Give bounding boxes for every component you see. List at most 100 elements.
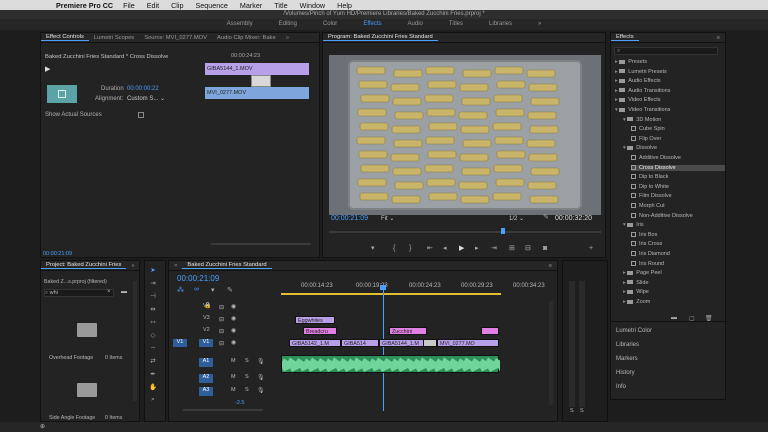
camera-icon[interactable]: ◙ (543, 245, 547, 252)
transition-thumb[interactable] (251, 75, 271, 87)
razor-tool-icon[interactable]: ◇ (148, 331, 158, 340)
panel-menu-icon[interactable]: ≡ (712, 35, 725, 41)
playhead-icon[interactable] (501, 228, 505, 234)
effects-tree-item[interactable]: Cube Spin (631, 126, 665, 132)
fit-dropdown[interactable]: Fit ⌄ (381, 215, 394, 222)
track-select-tool-icon[interactable]: ⇥ (148, 279, 158, 288)
extract-icon[interactable]: ⊟ (525, 245, 531, 252)
eye-icon[interactable]: ◉ (231, 339, 236, 346)
solo-button[interactable]: S (245, 358, 249, 364)
play-transition-icon[interactable]: ▶ (45, 65, 50, 73)
panel-info[interactable]: Info (616, 384, 626, 390)
effects-search-input[interactable]: ⌕ (614, 47, 718, 55)
audio-clip[interactable] (281, 355, 500, 373)
effects-tree-item[interactable]: ▸ Lumetri Presets (615, 69, 667, 75)
timeline-timecode[interactable]: 00:00:21:09 (177, 274, 219, 283)
lift-icon[interactable]: ⊞ (509, 245, 515, 252)
sync-lock-icon[interactable]: ⊟ (219, 304, 224, 311)
effects-tree-item[interactable]: Additive Dissolve (631, 155, 681, 161)
panel-markers[interactable]: Markers (616, 356, 638, 362)
program-video-frame[interactable] (329, 55, 601, 215)
workspace-audio[interactable]: Audio (395, 19, 436, 30)
program-timecode[interactable]: 00:00:21:09 (331, 215, 368, 222)
project-search-input[interactable]: ⌕ whi (44, 289, 114, 297)
eye-icon[interactable]: ◉ (231, 327, 236, 334)
menu-window[interactable]: Window (300, 1, 326, 10)
timeline-playhead[interactable] (383, 287, 384, 411)
timeline-clip[interactable]: Breadcru (303, 327, 337, 335)
solo-button[interactable]: S (245, 387, 249, 393)
timeline-clip[interactable]: GIBA514 (341, 339, 379, 347)
settings-wrench-icon[interactable]: ✎ (227, 286, 233, 294)
master-volume-value[interactable]: -2.5 (235, 400, 244, 406)
menu-marker[interactable]: Marker (240, 1, 262, 10)
menu-clip[interactable]: Clip (171, 1, 183, 10)
sync-lock-icon[interactable]: ⊟ (219, 316, 224, 323)
ec-zoom-scrollbar[interactable] (211, 243, 311, 245)
folder-icon[interactable] (77, 383, 97, 397)
pen-tool-icon[interactable]: ✒ (148, 370, 158, 379)
add-marker-icon[interactable]: ▾ (211, 286, 215, 294)
show-actual-sources-checkbox[interactable] (138, 112, 144, 118)
timeline-clip[interactable] (481, 327, 499, 335)
mute-button[interactable]: M (231, 387, 236, 393)
marker-icon[interactable]: ▾ (371, 245, 375, 252)
tab-project[interactable]: Project: Baked Zucchini Fries (41, 262, 127, 269)
tab-lumetri-scopes[interactable]: Lumetri Scopes (89, 35, 139, 41)
close-icon[interactable]: × (169, 263, 182, 269)
timeline-clip[interactable]: Eggwhites (295, 316, 335, 324)
effects-tree-item[interactable]: Flip Over (631, 136, 661, 142)
panel-lumetri-color[interactable]: Lumetri Color (616, 328, 652, 334)
clip-a-bar[interactable]: GIBA5144_1.MOV (205, 63, 309, 75)
effects-tree-item[interactable]: ▸ Page Peel (623, 270, 662, 276)
go-to-in-icon[interactable]: ⇤ (427, 245, 433, 252)
new-bin-icon[interactable]: ▬ (121, 289, 127, 295)
slip-tool-icon[interactable]: ⇔ (148, 344, 158, 353)
cross-dissolve-transition[interactable] (423, 339, 437, 347)
wrench-icon[interactable]: ✎ (543, 213, 549, 221)
project-scrollbar[interactable] (133, 281, 137, 401)
menu-sequence[interactable]: Sequence (196, 1, 228, 10)
tab-program[interactable]: Program: Baked Zucchini Fries Standard (323, 34, 438, 41)
alignment-dropdown[interactable]: Custom S... ⌄ (127, 95, 165, 102)
selection-tool-icon[interactable]: ➤ (148, 266, 158, 275)
effects-tree-item[interactable]: ▾ 3D Motion (623, 117, 661, 123)
tab-source[interactable]: Source: MVI_0277.MOV (139, 35, 212, 41)
step-back-icon[interactable]: ◂ (443, 245, 447, 252)
effects-tree-item[interactable]: Iris Cross (631, 241, 662, 247)
effects-tree-item[interactable]: Morph Cut (631, 203, 665, 209)
resolution-dropdown[interactable]: 1/2 ⌄ (509, 215, 524, 222)
linked-selection-icon[interactable]: ∞ (194, 286, 199, 293)
menu-edit[interactable]: Edit (147, 1, 159, 10)
program-scrubber[interactable] (329, 231, 601, 233)
tab-effect-controls[interactable]: Effect Controls (41, 34, 89, 41)
timeline-scrollbar[interactable] (549, 301, 553, 405)
tab-audio-clip-mixer[interactable]: Audio Clip Mixer: Bake (212, 35, 281, 41)
timeline-clip[interactable]: GIBA5144_1.M (379, 339, 429, 347)
timeline-clip[interactable]: GIBA5142_1.M (289, 339, 341, 347)
status-icon[interactable]: ⊕ (40, 423, 45, 430)
effects-tree-item[interactable]: Dip to Black (631, 174, 668, 180)
rate-stretch-tool-icon[interactable]: ⇿ (148, 318, 158, 327)
plus-icon[interactable]: + (589, 245, 593, 252)
workspace-color[interactable]: Color (310, 19, 350, 30)
folder-icon[interactable] (77, 323, 97, 337)
track-target-v1[interactable]: V1 (199, 339, 213, 347)
tab-effects[interactable]: Effects (611, 34, 639, 41)
effects-tree-item[interactable]: Dip to White (631, 184, 669, 190)
track-target-a1[interactable]: A1 (199, 358, 213, 367)
effects-tree-item[interactable]: Cross Dissolve (631, 164, 725, 171)
microphone-icon[interactable]: 🎙 (257, 387, 265, 394)
timeline-clip[interactable]: MVI_0277.MO (437, 339, 499, 347)
mute-button[interactable]: M (231, 358, 236, 364)
snap-icon[interactable]: ⁂ (177, 286, 184, 294)
effects-tree-item[interactable]: Iris Box (631, 232, 657, 238)
microphone-icon[interactable]: 🎙 (257, 358, 265, 365)
panel-menu-icon[interactable]: ≡ (544, 263, 557, 269)
timeline-clip[interactable]: Zucchini (389, 327, 427, 335)
workspace-libraries[interactable]: Libraries (476, 19, 525, 30)
effects-tree-item[interactable]: Iris Round (631, 261, 664, 267)
track-target-a2[interactable]: A2 (199, 374, 213, 383)
go-to-out-icon[interactable]: ⇥ (491, 245, 497, 252)
effects-tree-item[interactable]: Film Dissolve (631, 193, 672, 199)
